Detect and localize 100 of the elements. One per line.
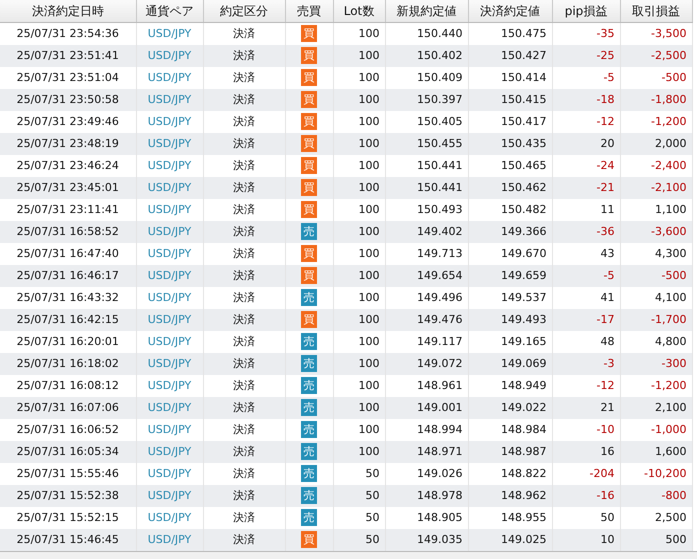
- table-cell: 25/07/31 16:58:52: [0, 221, 136, 243]
- table-cell: 2,100: [620, 397, 692, 419]
- table-cell: 21: [552, 397, 620, 419]
- table-cell: 149.025: [468, 529, 552, 551]
- table-cell: 決済: [203, 89, 285, 111]
- table-cell: 148.987: [468, 441, 552, 463]
- side-tag: 買: [301, 201, 317, 218]
- column-header[interactable]: 売買: [285, 0, 333, 22]
- side-tag: 売: [301, 421, 317, 438]
- column-header[interactable]: 取引損益: [620, 0, 692, 22]
- table-cell: USD/JPY: [136, 441, 203, 463]
- table-cell: 決済: [203, 265, 285, 287]
- table-cell: 150.415: [468, 89, 552, 111]
- table-cell: -36: [552, 221, 620, 243]
- table-cell: 10: [552, 529, 620, 551]
- table-cell: 150.402: [385, 45, 468, 67]
- table-cell: 25/07/31 16:05:34: [0, 441, 136, 463]
- table-cell: 150.435: [468, 133, 552, 155]
- table-cell: 149.022: [468, 397, 552, 419]
- table-cell: -300: [620, 353, 692, 375]
- side-tag: 買: [301, 267, 317, 284]
- table-cell: 149.072: [385, 353, 468, 375]
- table-cell: 149.493: [468, 309, 552, 331]
- table-cell: 1,600: [620, 441, 692, 463]
- table-cell: 決済: [203, 485, 285, 507]
- column-header[interactable]: 決済約定値: [468, 0, 552, 22]
- column-header[interactable]: 約定区分: [203, 0, 285, 22]
- table-cell: USD/JPY: [136, 309, 203, 331]
- table-cell: 25/07/31 16:46:17: [0, 265, 136, 287]
- side-tag: 買: [301, 311, 317, 328]
- table-cell: 50: [333, 529, 385, 551]
- table-cell: 100: [333, 397, 385, 419]
- table-cell: 149.476: [385, 309, 468, 331]
- table-cell: 148.971: [385, 441, 468, 463]
- table-cell: 決済: [203, 177, 285, 199]
- side-tag: 売: [301, 289, 317, 306]
- table-cell: 25/07/31 16:18:02: [0, 353, 136, 375]
- table-cell: 100: [333, 89, 385, 111]
- column-header[interactable]: Lot数: [333, 0, 385, 22]
- table-cell: 25/07/31 15:46:45: [0, 529, 136, 551]
- side-tag: 売: [301, 333, 317, 350]
- side-tag: 売: [301, 223, 317, 240]
- table-cell: -17: [552, 309, 620, 331]
- table-cell: 150.397: [385, 89, 468, 111]
- table-cell: 150.427: [468, 45, 552, 67]
- column-header[interactable]: 決済約定日時: [0, 0, 136, 22]
- side-tag: 買: [301, 25, 317, 42]
- table-cell: 決済: [203, 309, 285, 331]
- table-cell: 148.978: [385, 485, 468, 507]
- column-header[interactable]: pip損益: [552, 0, 620, 22]
- table-cell: 149.654: [385, 265, 468, 287]
- column-header[interactable]: 通貨ペア: [136, 0, 203, 22]
- table-cell: 100: [333, 221, 385, 243]
- table-cell: USD/JPY: [136, 177, 203, 199]
- side-tag: 売: [301, 487, 317, 504]
- table-cell: USD/JPY: [136, 45, 203, 67]
- table-cell: USD/JPY: [136, 89, 203, 111]
- table-cell: 決済: [203, 441, 285, 463]
- column-header[interactable]: 新規約定値: [385, 0, 468, 22]
- side-tag: 売: [301, 465, 317, 482]
- table-cell: 150.455: [385, 133, 468, 155]
- side-tag: 売: [301, 509, 317, 526]
- table-cell: 100: [333, 441, 385, 463]
- table-cell: 100: [333, 177, 385, 199]
- table-cell: 決済: [203, 397, 285, 419]
- table-cell: -25: [552, 45, 620, 67]
- side-tag: 買: [301, 69, 317, 86]
- table-cell: -1,800: [620, 89, 692, 111]
- table-cell: 150.441: [385, 177, 468, 199]
- table-cell: USD/JPY: [136, 397, 203, 419]
- side-tag: 買: [301, 47, 317, 64]
- table-cell: 148.962: [468, 485, 552, 507]
- table-cell: -21: [552, 177, 620, 199]
- table-cell: 25/07/31 16:42:15: [0, 309, 136, 331]
- table-cell: 149.402: [385, 221, 468, 243]
- table-cell: 100: [333, 45, 385, 67]
- table-cell: USD/JPY: [136, 353, 203, 375]
- side-tag: 買: [301, 179, 317, 196]
- table-cell: 20: [552, 133, 620, 155]
- table-cell: -18: [552, 89, 620, 111]
- side-tag: 買: [301, 531, 317, 548]
- table-cell: USD/JPY: [136, 529, 203, 551]
- table-cell: -2,100: [620, 177, 692, 199]
- table-cell: -5: [552, 265, 620, 287]
- table-cell: 149.659: [468, 265, 552, 287]
- table-cell: 決済: [203, 221, 285, 243]
- table-cell: -1,700: [620, 309, 692, 331]
- table-cell: 16: [552, 441, 620, 463]
- table-cell: 149.366: [468, 221, 552, 243]
- table-cell: 149.069: [468, 353, 552, 375]
- table-cell: 25/07/31 23:51:41: [0, 45, 136, 67]
- table-cell: 100: [333, 265, 385, 287]
- table-cell: 100: [333, 353, 385, 375]
- table-cell: -3: [552, 353, 620, 375]
- table-cell: -16: [552, 485, 620, 507]
- table-cell: USD/JPY: [136, 221, 203, 243]
- table-cell: USD/JPY: [136, 485, 203, 507]
- table-cell: USD/JPY: [136, 265, 203, 287]
- table-cell: -3,600: [620, 221, 692, 243]
- table-cell: 決済: [203, 133, 285, 155]
